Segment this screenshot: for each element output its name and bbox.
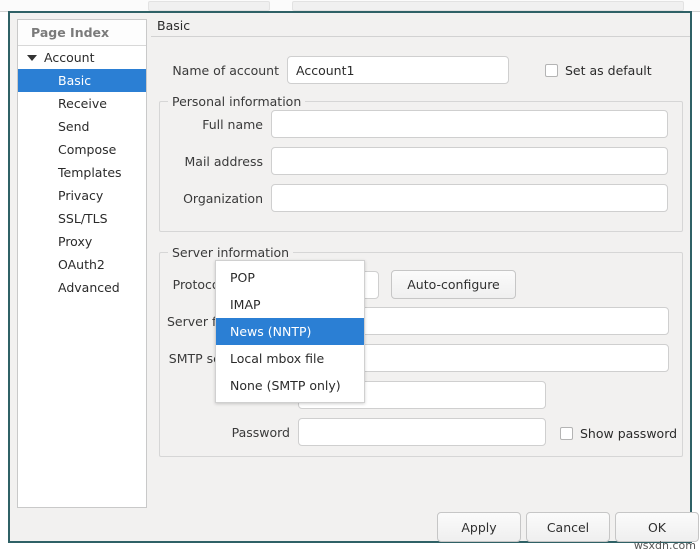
sidebar-item-advanced[interactable]: Advanced <box>18 276 146 299</box>
account-name-label: Name of account <box>159 63 279 78</box>
checkbox-box-icon <box>560 427 573 440</box>
sidebar-item-proxy[interactable]: Proxy <box>18 230 146 253</box>
sidebar-item-send[interactable]: Send <box>18 115 146 138</box>
sidebar-item-ssl-tls[interactable]: SSL/TLS <box>18 207 146 230</box>
account-name-input[interactable]: Account1 <box>287 56 509 84</box>
dialog-action-bar: Apply Cancel OK <box>12 510 688 541</box>
watermark: wsxdn.com <box>634 539 696 552</box>
set-as-default-checkbox[interactable]: Set as default <box>545 63 652 78</box>
page-index-panel: Page Index Account Basic Receive Send Co… <box>17 19 147 508</box>
sidebar-item-label: Templates <box>58 165 122 180</box>
sidebar-item-label: SSL/TLS <box>58 211 108 226</box>
server-information-title: Server information <box>168 245 293 260</box>
tab-strip: Basic <box>151 15 690 37</box>
auto-configure-button[interactable]: Auto-configure <box>391 270 516 299</box>
sidebar-item-privacy[interactable]: Privacy <box>18 184 146 207</box>
apply-button[interactable]: Apply <box>437 512 521 542</box>
protocol-option-imap[interactable]: IMAP <box>216 291 364 318</box>
full-name-input[interactable] <box>271 110 668 138</box>
sidebar-item-oauth2[interactable]: OAuth2 <box>18 253 146 276</box>
password-input[interactable] <box>298 418 546 446</box>
mail-address-row: Mail address <box>167 147 677 175</box>
mail-address-input[interactable] <box>271 147 668 175</box>
sidebar-item-label: Compose <box>58 142 116 157</box>
chevron-down-icon <box>27 55 37 61</box>
full-name-label: Full name <box>167 117 263 132</box>
protocol-option-local-mbox-file[interactable]: Local mbox file <box>216 345 364 372</box>
mail-address-label: Mail address <box>167 154 263 169</box>
checkbox-box-icon <box>545 64 558 77</box>
organization-row: Organization <box>167 184 677 212</box>
set-as-default-label: Set as default <box>565 63 652 78</box>
sidebar-item-label: Privacy <box>58 188 103 203</box>
sidebar-item-receive[interactable]: Receive <box>18 92 146 115</box>
sidebar-item-basic[interactable]: Basic <box>18 69 146 92</box>
sidebar-item-label: Account <box>44 50 94 65</box>
sidebar-item-label: Advanced <box>58 280 120 295</box>
organization-label: Organization <box>167 191 263 206</box>
sidebar-item-label: Proxy <box>58 234 92 249</box>
page-index-header: Page Index <box>18 20 146 46</box>
sidebar-item-account[interactable]: Account <box>18 46 146 69</box>
cancel-button[interactable]: Cancel <box>526 512 610 542</box>
sidebar-item-label: OAuth2 <box>58 257 105 272</box>
sidebar-item-label: Send <box>58 119 89 134</box>
sidebar-item-compose[interactable]: Compose <box>18 138 146 161</box>
full-name-row: Full name <box>167 110 677 138</box>
personal-information-title: Personal information <box>168 94 305 109</box>
password-label: Password <box>167 425 290 440</box>
organization-input[interactable] <box>271 184 668 212</box>
sidebar-item-label: Basic <box>58 73 91 88</box>
tab-basic[interactable]: Basic <box>152 15 200 36</box>
ok-button[interactable]: OK <box>615 512 699 542</box>
sidebar-item-templates[interactable]: Templates <box>18 161 146 184</box>
protocol-option-none-smtp-only[interactable]: None (SMTP only) <box>216 372 364 399</box>
protocol-option-pop[interactable]: POP <box>216 264 364 291</box>
sidebar-item-label: Receive <box>58 96 107 111</box>
protocol-dropdown-popup[interactable]: POP IMAP News (NNTP) Local mbox file Non… <box>215 260 365 403</box>
show-password-checkbox[interactable]: Show password <box>560 426 677 441</box>
show-password-label: Show password <box>580 426 677 441</box>
protocol-option-news-nntp[interactable]: News (NNTP) <box>216 318 364 345</box>
